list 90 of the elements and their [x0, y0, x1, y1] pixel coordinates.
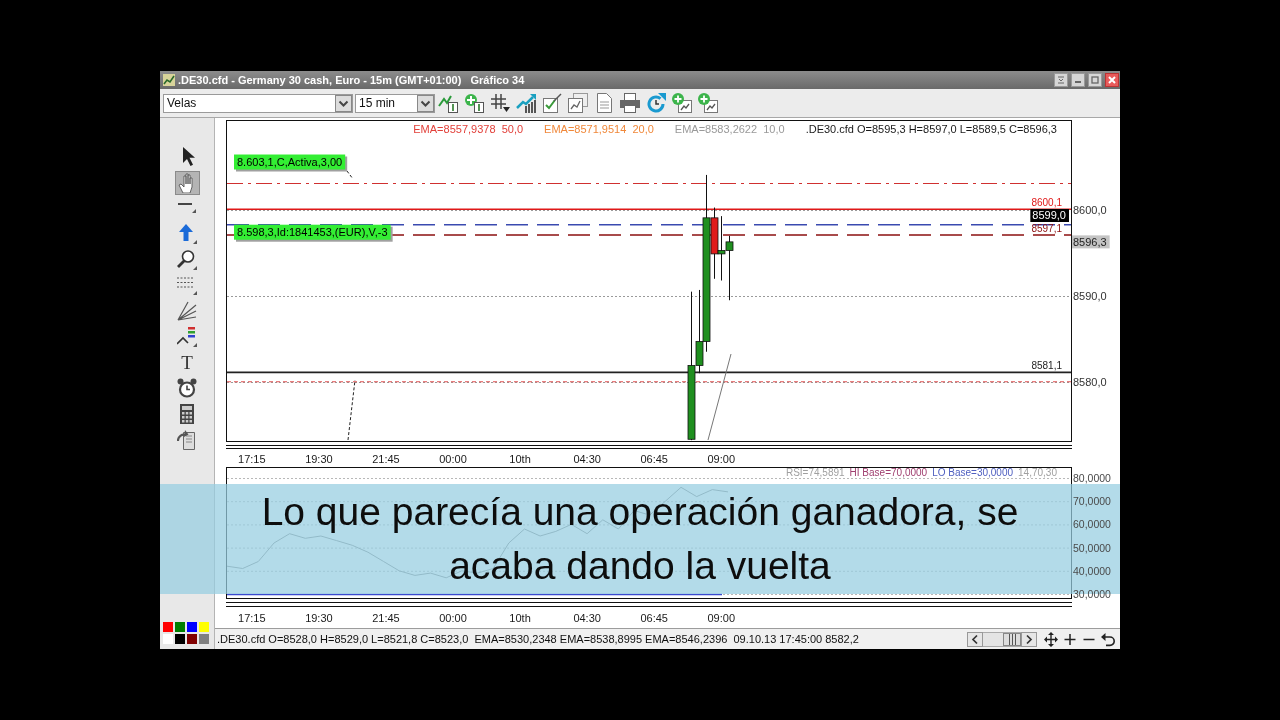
color-swatch-icon[interactable]: [187, 622, 197, 632]
trend-chart-icon[interactable]: [516, 93, 536, 113]
axis-label: 8580,0: [1073, 375, 1107, 388]
candle: [717, 215, 726, 281]
indicator-label: LO Base=30,0000: [932, 468, 1014, 478]
axis-label: 60,0000: [1073, 518, 1111, 531]
scrollbar-thumb[interactable]: [1003, 632, 1021, 646]
time-label: 19:30: [305, 453, 333, 465]
indicator-label: EMA=8557,9378 50,0: [413, 123, 524, 136]
trend-line: [347, 379, 356, 441]
time-label: 10th: [509, 612, 531, 624]
axis-label: 40,0000: [1073, 564, 1111, 577]
time-label: 04:30: [573, 453, 601, 465]
indicator-label: EMA=8571,9514 20,0: [544, 123, 654, 136]
color-swatch-icon[interactable]: [199, 622, 209, 632]
move-icon[interactable]: [1044, 631, 1058, 647]
fan-lines-icon: [177, 301, 197, 322]
axis-label: 80,0000: [1073, 472, 1111, 484]
axis-label: 8600,0: [1073, 204, 1107, 217]
time-label: 21:45: [372, 612, 400, 624]
time-label: 09:00: [707, 612, 736, 624]
indicator-lines-icon: [177, 326, 197, 347]
time-label: 09:00: [707, 453, 736, 465]
chevron-left-icon[interactable]: [967, 631, 983, 647]
indicator-label: 14,70,30: [1018, 468, 1057, 478]
time-label: 00:00: [439, 612, 467, 624]
document-arrow-icon: [177, 429, 197, 450]
indicator-label: RSI=74,5891: [785, 468, 845, 478]
minimize-icon[interactable]: [1071, 73, 1085, 87]
axis-label: 30,0000: [1073, 588, 1111, 600]
time-label: 00:00: [439, 453, 467, 465]
price-tag: 8599,0: [1030, 209, 1069, 222]
check-chart-icon[interactable]: [542, 93, 562, 113]
alarm-clock-icon: [177, 378, 197, 399]
trend-line: [346, 170, 354, 180]
printer-icon[interactable]: [620, 93, 640, 113]
plus-icon[interactable]: [1063, 631, 1077, 647]
indicator-label: .DE30.cfd O=8595,3 H=8597,0 L=8589,5 C=8596,3: [805, 123, 1057, 136]
candle: [725, 235, 734, 301]
time-label: 04:30: [573, 612, 601, 624]
annotation: 8.603,1,C,Activa,3,00: [237, 156, 343, 169]
color-swatch-icon[interactable]: [187, 634, 197, 644]
order-label: 8.598,3,Id:1841453,(EUR),V,-3: [234, 224, 393, 242]
time-label: 17:15: [238, 453, 266, 465]
chevron-right-icon[interactable]: [1021, 631, 1037, 647]
price-level-label: 8581,1: [1031, 360, 1062, 372]
time-label: 06:45: [640, 453, 668, 465]
status-text: .DE30.cfd O=8528,0 H=8529,0 L=8521,8 C=8523,0 EMA=8530,2348 EMA=8538,8995 EMA=8546,2396 09.10.13 17:45:00 8582,2: [217, 633, 859, 645]
chart-window-icon[interactable]: [568, 93, 588, 113]
annotation: 8.598,3,Id:1841453,(EUR),V,-3: [237, 226, 388, 239]
arrow-up-icon: [177, 224, 197, 245]
time-label: 10th: [509, 453, 531, 465]
window-title: .DE30.cfd - Germany 30 cash, Euro - 15m (GMT+01:00) Gráfico 34: [178, 74, 526, 86]
close-price-label: 8596,3: [1072, 235, 1110, 249]
color-swatch-icon[interactable]: [175, 634, 185, 644]
grid-icon[interactable]: [490, 93, 510, 113]
dotted-lines-icon: [177, 275, 197, 296]
axis-label: 8590,0: [1073, 289, 1107, 302]
time-label: 17:15: [238, 612, 266, 624]
chevron-down-icon[interactable]: [335, 94, 352, 112]
plus-circle-icon[interactable]: [464, 93, 484, 113]
time-label: 21:45: [372, 453, 400, 465]
chart-line-icon[interactable]: [438, 93, 458, 113]
magnifier-icon: [177, 249, 197, 270]
chart-type-dropdown[interactable]: Velas: [163, 93, 353, 113]
calculator-icon: [177, 403, 197, 424]
document-icon[interactable]: [594, 93, 614, 113]
indicator-label: HI Base=70,0000: [849, 468, 928, 478]
indicator-label: EMA=8583,2622 10,0: [674, 123, 785, 136]
time-label: 06:45: [640, 612, 668, 624]
add-chart-icon[interactable]: [672, 93, 692, 113]
axis-label: 50,0000: [1073, 541, 1111, 554]
order-label: 8.603,1,C,Activa,3,00: [234, 154, 348, 172]
axis-label: 70,0000: [1073, 495, 1111, 508]
text-tool-button[interactable]: T: [174, 350, 200, 375]
chart-app-icon: [163, 74, 175, 86]
close-icon[interactable]: [1105, 73, 1119, 87]
tool-button[interactable]: [174, 324, 200, 349]
refresh-clock-icon[interactable]: [646, 93, 666, 113]
price-level-label: 8597,1: [1031, 223, 1062, 234]
chevron-down-icon[interactable]: [417, 94, 434, 112]
price-level-label: 8600,1: [1031, 197, 1062, 209]
undo-icon[interactable]: [1101, 631, 1115, 647]
color-swatch-icon[interactable]: [163, 622, 173, 632]
color-swatch-icon[interactable]: [199, 634, 209, 644]
color-swatch-icon[interactable]: [175, 622, 185, 632]
time-label: 19:30: [305, 612, 333, 624]
line-tool-icon: [178, 203, 196, 214]
add-chart-icon[interactable]: [698, 93, 718, 113]
timeframe-dropdown[interactable]: 15 min: [355, 93, 435, 113]
